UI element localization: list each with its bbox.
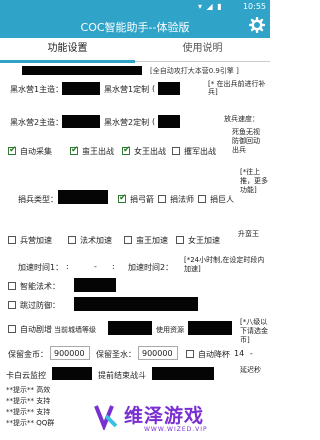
elixir-label: 保留圣水：	[96, 350, 136, 359]
boost-hint: [*24小时制,在设定时段内加速]	[184, 256, 265, 273]
watermark-logo-icon	[94, 405, 118, 430]
tip-3: **提示** 支持	[6, 408, 51, 416]
auto-drop-checkbox[interactable]	[186, 350, 194, 358]
barracks1-select[interactable]	[62, 82, 100, 95]
boost-king-checkbox[interactable]	[124, 236, 132, 244]
boost-time2-label: 加速时间2：	[128, 263, 174, 272]
tip-2: **提示** 支持	[6, 397, 51, 405]
tab-settings[interactable]: 功能设置	[0, 38, 135, 63]
deploy-giant-label: 捐巨人	[210, 195, 234, 204]
queen-attack-label: 女王出战	[134, 147, 166, 156]
gold-value: 900000	[54, 349, 85, 358]
tab-bar: 功能设置 使用说明	[0, 38, 270, 63]
deploy-wizard-label: 捐法师	[170, 195, 194, 204]
town-level-label: 当前城墙等级	[54, 326, 96, 334]
tip-1: **提示** 高效	[6, 386, 51, 394]
smart-spell-label: 智能法术：	[20, 282, 60, 291]
signal-icons: ▾ ◢ ▮	[198, 2, 223, 11]
watermark: 维泽游戏 WWW.WIZED.VIP	[88, 398, 270, 440]
boost-time-sep2: :	[112, 262, 115, 271]
status-bar: ▾ ◢ ▮ 10:55	[0, 0, 270, 14]
boost-spell-checkbox[interactable]	[68, 236, 76, 244]
barracks1-note: [* 在出兵前进行补兵]	[208, 80, 266, 96]
deploy-type-label: 捐兵类型：	[18, 195, 58, 204]
boost-queen-checkbox[interactable]	[176, 236, 184, 244]
skip-defense-label: 跳过防御：	[20, 301, 60, 310]
gear-icon[interactable]	[249, 17, 265, 33]
town-level-select[interactable]	[108, 321, 152, 335]
monitor-label: 卡白云监控	[6, 371, 46, 380]
siege-attack-label: 攫军出战	[184, 147, 216, 156]
upgrade-note: 升蛮王	[238, 230, 259, 238]
tab-instructions[interactable]: 使用说明	[135, 38, 270, 62]
gold-label: 保留金币：	[8, 350, 48, 359]
watermark-url: WWW.WIZED.VIP	[144, 426, 208, 433]
queen-attack-checkbox[interactable]	[122, 145, 131, 155]
boost-king-label: 蛮王加速	[136, 236, 168, 245]
deploy-archer-checkbox[interactable]	[118, 193, 127, 203]
app-title: COC智能助手--体验版	[80, 21, 190, 34]
boost-time-dash: -	[94, 262, 97, 271]
engine-note: [全自动攻打大本营0.9引擎 ]	[150, 67, 239, 75]
auto-collect-label: 自动采集	[20, 147, 52, 156]
use-resource-select[interactable]	[188, 321, 232, 335]
deploy-wizard-checkbox[interactable]	[158, 195, 166, 203]
boost-time-sep: :	[66, 262, 69, 271]
deploy-giant-checkbox[interactable]	[198, 195, 206, 203]
deploy-speed-label: 放兵速度：	[224, 115, 259, 123]
status-time: 10:55	[242, 2, 266, 11]
barracks2-custom-label: 黑水营2定制	[104, 118, 150, 127]
app-bar: COC智能助手--体验版	[0, 14, 270, 38]
barracks2-custom-input[interactable]	[158, 115, 180, 128]
deploy-note: [*往上推，更多功能]	[240, 168, 268, 194]
deploy-archer-label: 捐弓箭	[130, 195, 154, 204]
donate-note: [*八级以下请选金币]	[240, 318, 268, 344]
barracks2-label: 黑水营2主造：	[10, 118, 64, 127]
delay-label: 延迟秒	[240, 366, 261, 374]
auto-drop-label: 自动降杯	[198, 350, 230, 359]
end-select[interactable]	[152, 367, 214, 380]
smart-spell-select[interactable]	[74, 278, 116, 292]
tip-4: **提示** QQ群	[6, 419, 55, 427]
auto-donate-checkbox[interactable]	[8, 325, 16, 333]
boost-spell-label: 法术加速	[80, 236, 112, 245]
deploy-type-select[interactable]	[58, 190, 108, 204]
elixir-value: 900000	[142, 349, 173, 358]
death-note: 死鱼无视防御回动出兵	[232, 128, 260, 154]
boost-barracks-checkbox[interactable]	[8, 236, 16, 244]
skip-defense-checkbox[interactable]	[8, 301, 16, 309]
barracks1-paren: (	[152, 84, 156, 93]
king-attack-label: 蛮王出战	[82, 147, 114, 156]
auto-donate-label: 自动剧增	[20, 325, 52, 334]
barracks2-select[interactable]	[62, 115, 100, 128]
smart-spell-checkbox[interactable]	[8, 282, 16, 290]
monitor-select[interactable]	[52, 367, 92, 380]
siege-attack-checkbox[interactable]	[172, 147, 180, 155]
king-attack-checkbox[interactable]	[70, 145, 79, 155]
auto-collect-checkbox[interactable]	[8, 145, 17, 155]
barracks1-custom-input[interactable]	[158, 82, 180, 95]
boost-queen-label: 女王加速	[188, 236, 220, 245]
boost-time-label: 加速时间1：	[18, 263, 64, 272]
watermark-text: 维泽游戏	[124, 405, 205, 427]
end-label: 提前结束战斗	[98, 371, 146, 380]
barracks2-paren: (	[152, 117, 156, 126]
barracks1-label: 黑水营1主造：	[10, 85, 64, 94]
drop-value[interactable]: 14	[234, 349, 244, 358]
redacted-block	[22, 66, 142, 75]
barracks1-custom-label: 黑水营1定制	[104, 85, 150, 94]
skip-defense-select[interactable]	[74, 297, 198, 311]
use-resource-label: 使用资源	[156, 326, 184, 334]
drop-dash: -	[250, 349, 253, 358]
boost-barracks-label: 兵营加速	[20, 236, 52, 245]
